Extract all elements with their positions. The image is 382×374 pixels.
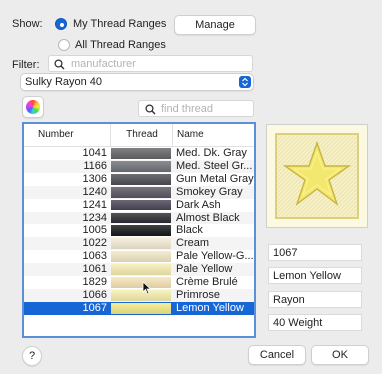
table-header: Number Thread Name bbox=[24, 124, 254, 147]
radio-my-thread-ranges-label[interactable]: My Thread Ranges bbox=[73, 18, 166, 30]
table-row[interactable]: 1166 Med. Steel Gr... bbox=[24, 159, 254, 173]
table-row[interactable]: 1063 Pale Yellow-G... bbox=[24, 250, 254, 263]
table-row[interactable]: 1022 Cream bbox=[24, 237, 254, 251]
table-row[interactable]: 1067 Lemon Yellow bbox=[24, 301, 254, 315]
thread-color-swatch bbox=[111, 199, 171, 211]
table-row[interactable]: 1234 Almost Black bbox=[24, 211, 254, 225]
thread-preview bbox=[266, 124, 368, 228]
mouse-pointer-icon bbox=[142, 281, 154, 298]
thread-name: Lemon Yellow bbox=[176, 301, 244, 314]
thread-number: 1067 bbox=[82, 301, 107, 314]
thread-name: Med. Steel Gr... bbox=[176, 159, 253, 172]
show-label: Show: bbox=[12, 18, 43, 30]
column-header-name[interactable]: Name bbox=[172, 124, 257, 146]
thread-preview-patch bbox=[274, 132, 360, 220]
table-row[interactable]: 1061 Pale Yellow bbox=[24, 263, 254, 276]
thread-color-swatch bbox=[111, 238, 171, 250]
manufacturer-placeholder: manufacturer bbox=[71, 58, 136, 70]
thread-color-swatch bbox=[111, 160, 171, 172]
radio-all-thread-ranges-label[interactable]: All Thread Ranges bbox=[75, 39, 166, 51]
table-row[interactable]: 1041 Med. Dk. Gray bbox=[24, 147, 254, 160]
thread-number: 1241 bbox=[82, 198, 107, 211]
thread-color-swatch bbox=[111, 289, 171, 301]
thread-color-swatch bbox=[111, 212, 171, 224]
thread-color-swatch bbox=[111, 173, 171, 185]
thread-color-swatch bbox=[111, 277, 171, 288]
find-thread-input[interactable]: find thread bbox=[138, 100, 254, 117]
thread-name: Cream bbox=[176, 237, 210, 250]
table-row[interactable]: 1240 Smokey Gray bbox=[24, 185, 254, 199]
thread-number: 1306 bbox=[82, 172, 107, 185]
thread-name: Primrose bbox=[176, 288, 221, 301]
thread-name-field: Lemon Yellow bbox=[268, 267, 362, 284]
thread-name: Black bbox=[176, 224, 203, 237]
table-row[interactable]: 1829 Crème Brulé bbox=[24, 276, 254, 289]
thread-color-swatch bbox=[111, 186, 171, 198]
thread-name: Med. Dk. Gray bbox=[176, 147, 247, 159]
manufacturer-filter-input[interactable]: manufacturer bbox=[48, 55, 253, 72]
thread-name: Smokey Gray bbox=[176, 185, 243, 198]
color-picker-button[interactable] bbox=[22, 96, 44, 118]
table-row[interactable]: 1005 Black bbox=[24, 224, 254, 237]
table-row[interactable]: 1241 Dark Ash bbox=[24, 199, 254, 212]
thread-table[interactable]: Number Thread Name 1041 Med. Dk. Gray 1166… bbox=[22, 122, 256, 338]
radio-my-thread-ranges[interactable] bbox=[55, 18, 67, 30]
thread-number: 1240 bbox=[82, 185, 107, 198]
thread-weight-field: 40 Weight bbox=[268, 314, 362, 331]
thread-range-value: Sulky Rayon 40 bbox=[25, 76, 103, 88]
find-thread-placeholder: find thread bbox=[161, 103, 213, 115]
thread-name: Gun Metal Gray bbox=[176, 172, 254, 185]
thread-name: Crème Brulé bbox=[176, 276, 238, 288]
thread-name: Dark Ash bbox=[176, 198, 221, 211]
filter-label: Filter: bbox=[12, 59, 40, 71]
search-icon bbox=[54, 59, 66, 71]
thread-number: 1234 bbox=[82, 211, 107, 224]
thread-number: 1061 bbox=[82, 263, 107, 276]
table-row[interactable]: 1066 Primrose bbox=[24, 288, 254, 302]
thread-color-swatch bbox=[111, 225, 171, 237]
thread-number: 1041 bbox=[82, 147, 107, 159]
column-header-thread[interactable]: Thread bbox=[110, 124, 173, 146]
table-row[interactable]: 1306 Gun Metal Gray bbox=[24, 173, 254, 186]
thread-color-swatch bbox=[111, 251, 171, 263]
thread-number-field: 1067 bbox=[268, 244, 362, 261]
thread-number: 1166 bbox=[83, 159, 107, 172]
cancel-button[interactable]: Cancel bbox=[248, 345, 306, 365]
help-button[interactable]: ? bbox=[22, 346, 42, 366]
thread-type-field: Rayon bbox=[268, 291, 362, 308]
thread-number: 1829 bbox=[82, 276, 107, 288]
thread-color-swatch bbox=[111, 148, 171, 159]
thread-name: Almost Black bbox=[176, 211, 240, 224]
radio-all-thread-ranges[interactable] bbox=[58, 39, 70, 51]
thread-name: Pale Yellow bbox=[176, 263, 233, 276]
chevron-updown-icon bbox=[239, 76, 251, 88]
thread-number: 1005 bbox=[82, 224, 107, 237]
thread-color-swatch bbox=[111, 264, 171, 275]
search-icon bbox=[145, 104, 157, 116]
thread-color-swatch bbox=[111, 302, 171, 314]
thread-number: 1066 bbox=[82, 288, 107, 301]
thread-number: 1022 bbox=[82, 237, 107, 250]
thread-range-dropdown[interactable]: Sulky Rayon 40 bbox=[20, 73, 254, 91]
ok-button[interactable]: OK bbox=[311, 345, 369, 365]
color-wheel-icon bbox=[26, 100, 40, 114]
thread-number: 1063 bbox=[82, 250, 107, 263]
thread-name: Pale Yellow-G... bbox=[176, 250, 254, 263]
column-header-number[interactable]: Number bbox=[38, 124, 98, 146]
manage-button[interactable]: Manage bbox=[174, 15, 256, 35]
